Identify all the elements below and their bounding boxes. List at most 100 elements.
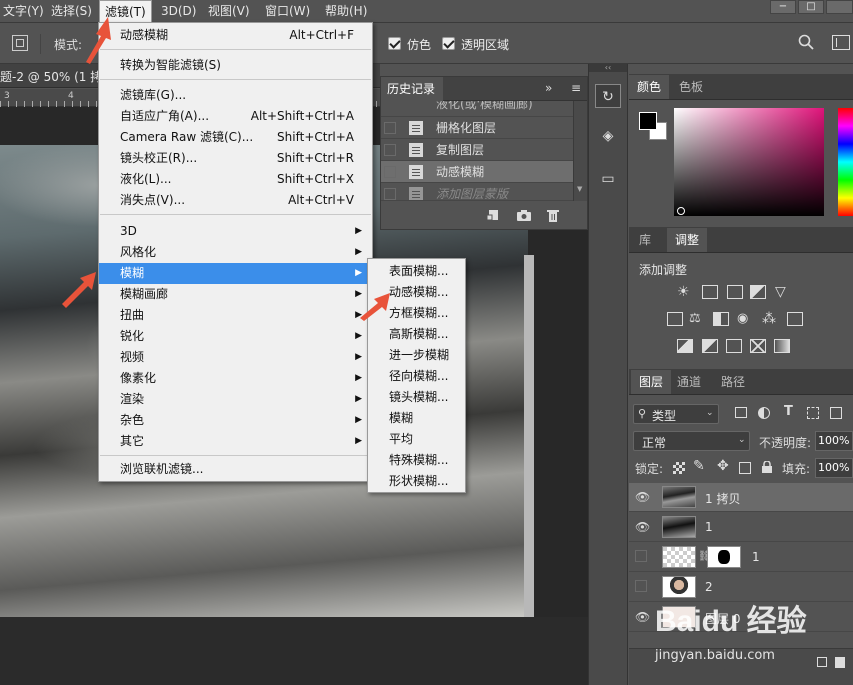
menu-item-convert-smart-filter[interactable]: 转换为智能滤镜(S) [99, 55, 372, 76]
tab-channels[interactable]: 通道 [669, 370, 709, 394]
layer-row-selected[interactable]: 👁 1 拷贝 [629, 483, 853, 512]
visibility-toggle[interactable] [635, 550, 647, 562]
tab-adjustments[interactable]: 调整 [667, 228, 708, 252]
submenu-item-box-blur[interactable]: 方框模糊... [368, 303, 465, 324]
filter-adjustment-icon[interactable] [758, 407, 770, 419]
submenu-item-radial-blur[interactable]: 径向模糊... [368, 366, 465, 387]
menu-view[interactable]: 视图(V) [203, 0, 255, 23]
3d-dock-icon[interactable]: ◈ [595, 124, 621, 148]
tab-paths[interactable]: 路径 [713, 370, 753, 394]
tool-preset-icon[interactable] [12, 35, 28, 51]
close-button[interactable] [826, 0, 853, 14]
submenu-item-shape-blur[interactable]: 形状模糊... [368, 471, 465, 492]
menu-item-stylize[interactable]: 风格化 ▶ [99, 242, 372, 263]
history-row[interactable]: 复制图层 [381, 139, 573, 161]
color-balance-icon[interactable]: ⚖ [689, 312, 705, 326]
menu-item-distort[interactable]: 扭曲 ▶ [99, 305, 372, 326]
lock-artboard-icon[interactable] [739, 462, 751, 474]
hue-slider[interactable] [838, 108, 853, 216]
filter-smart-object-icon[interactable] [830, 407, 842, 419]
history-row[interactable]: 液化(或'模糊画廊) [381, 101, 573, 117]
menu-item-last-filter[interactable]: 动感模糊 Alt+Ctrl+F [99, 25, 372, 46]
new-document-icon[interactable] [486, 209, 501, 221]
color-picker-field[interactable] [674, 108, 824, 216]
invert-icon[interactable] [677, 339, 693, 353]
visibility-toggle[interactable] [635, 580, 647, 592]
menu-item-blur-gallery[interactable]: 模糊画廊 ▶ [99, 284, 372, 305]
submenu-item-lens-blur[interactable]: 镜头模糊... [368, 387, 465, 408]
submenu-item-smart-blur[interactable]: 特殊模糊... [368, 450, 465, 471]
menu-window[interactable]: 窗口(W) [260, 0, 315, 23]
history-row-current[interactable]: 动感模糊 [381, 161, 573, 183]
layer-row[interactable]: 👁 1 [629, 513, 853, 542]
menu-help[interactable]: 帮助(H) [320, 0, 372, 23]
lock-paint-icon[interactable]: ✎ [693, 458, 705, 474]
photo-filter-icon[interactable]: ◉ [737, 312, 753, 326]
opacity-input[interactable]: 100% [815, 431, 853, 451]
submenu-item-blur-more[interactable]: 进一步模糊 [368, 345, 465, 366]
black-white-icon[interactable] [713, 312, 729, 326]
color-lookup-icon[interactable] [787, 312, 803, 326]
history-tab[interactable]: 历史记录 [381, 77, 443, 101]
menu-item-noise[interactable]: 杂色 ▶ [99, 410, 372, 431]
posterize-icon[interactable] [702, 339, 718, 353]
menu-filter[interactable]: 滤镜(T) [99, 0, 152, 23]
menu-3d[interactable]: 3D(D) [156, 0, 201, 23]
panel-menu-icon[interactable]: ≡ [571, 81, 581, 95]
layer-row[interactable]: ⛓ 1 [629, 543, 853, 572]
menu-item-adaptive-wide-angle[interactable]: 自适应广角(A)... Alt+Shift+Ctrl+A [99, 106, 372, 127]
levels-icon[interactable] [702, 285, 718, 299]
menu-select[interactable]: 选择(S) [46, 0, 97, 23]
submenu-item-motion-blur[interactable]: 动感模糊... [368, 282, 465, 303]
menu-type[interactable]: 文字(Y) [0, 0, 49, 23]
menu-item-blur[interactable]: 模糊 ▶ [99, 263, 372, 284]
exposure-icon[interactable] [750, 285, 766, 299]
vibrance-icon[interactable]: ▽ [775, 285, 791, 299]
submenu-item-surface-blur[interactable]: 表面模糊... [368, 261, 465, 282]
fill-input[interactable]: 100% [815, 458, 853, 478]
transparency-checkbox[interactable] [442, 37, 455, 50]
tab-swatches[interactable]: 色板 [671, 75, 711, 99]
restore-button[interactable]: □ [798, 0, 824, 14]
lock-move-icon[interactable]: ✥ [717, 458, 729, 474]
submenu-item-average[interactable]: 平均 [368, 429, 465, 450]
gradient-map-icon[interactable] [774, 339, 790, 353]
search-icon[interactable] [798, 34, 814, 50]
hue-saturation-icon[interactable] [667, 312, 683, 326]
selective-color-icon[interactable] [750, 339, 766, 353]
history-row[interactable]: 栅格化图层 [381, 117, 573, 139]
filter-pixel-icon[interactable] [735, 407, 747, 418]
menu-item-pixelate[interactable]: 像素化 ▶ [99, 368, 372, 389]
tab-color[interactable]: 颜色 [629, 75, 670, 99]
curves-icon[interactable] [727, 285, 743, 299]
history-scrollbar[interactable]: ▼ [573, 101, 587, 201]
layer-filter-select[interactable]: ⚲ 类型 ⌄ [633, 404, 719, 424]
menu-item-vanishing-point[interactable]: 消失点(V)... Alt+Ctrl+V [99, 190, 372, 211]
lock-transparent-icon[interactable] [673, 462, 685, 474]
dither-checkbox[interactable] [388, 37, 401, 50]
workspace-icon[interactable] [832, 35, 850, 50]
brightness-icon[interactable]: ☀ [677, 285, 693, 299]
filter-shape-icon[interactable] [807, 407, 819, 419]
channel-mixer-icon[interactable]: ⁂ [762, 312, 778, 326]
tab-libraries[interactable]: 库 [631, 228, 659, 252]
foreground-color-swatch[interactable] [639, 112, 657, 130]
visibility-eye-icon[interactable]: 👁 [635, 520, 653, 534]
threshold-icon[interactable] [726, 339, 742, 353]
filter-type-icon[interactable]: T [784, 404, 793, 419]
minimize-button[interactable]: − [770, 0, 796, 14]
menu-item-filter-gallery[interactable]: 滤镜库(G)... [99, 85, 372, 106]
submenu-item-blur[interactable]: 模糊 [368, 408, 465, 429]
folder-dock-icon[interactable]: ▭ [595, 167, 621, 191]
history-dock-icon[interactable]: ↻ [595, 84, 621, 108]
trash-icon[interactable] [547, 209, 559, 222]
visibility-eye-icon[interactable]: 👁 [635, 610, 653, 624]
menu-item-other[interactable]: 其它 ▶ [99, 431, 372, 452]
menu-item-video[interactable]: 视频 ▶ [99, 347, 372, 368]
menu-item-sharpen[interactable]: 锐化 ▶ [99, 326, 372, 347]
camera-icon[interactable] [517, 209, 531, 221]
dock-collapse-icon[interactable]: ‹‹ [589, 64, 627, 72]
tab-layers[interactable]: 图层 [631, 370, 672, 394]
layer-mask-thumbnail[interactable] [707, 546, 741, 568]
visibility-eye-icon[interactable]: 👁 [635, 490, 653, 504]
